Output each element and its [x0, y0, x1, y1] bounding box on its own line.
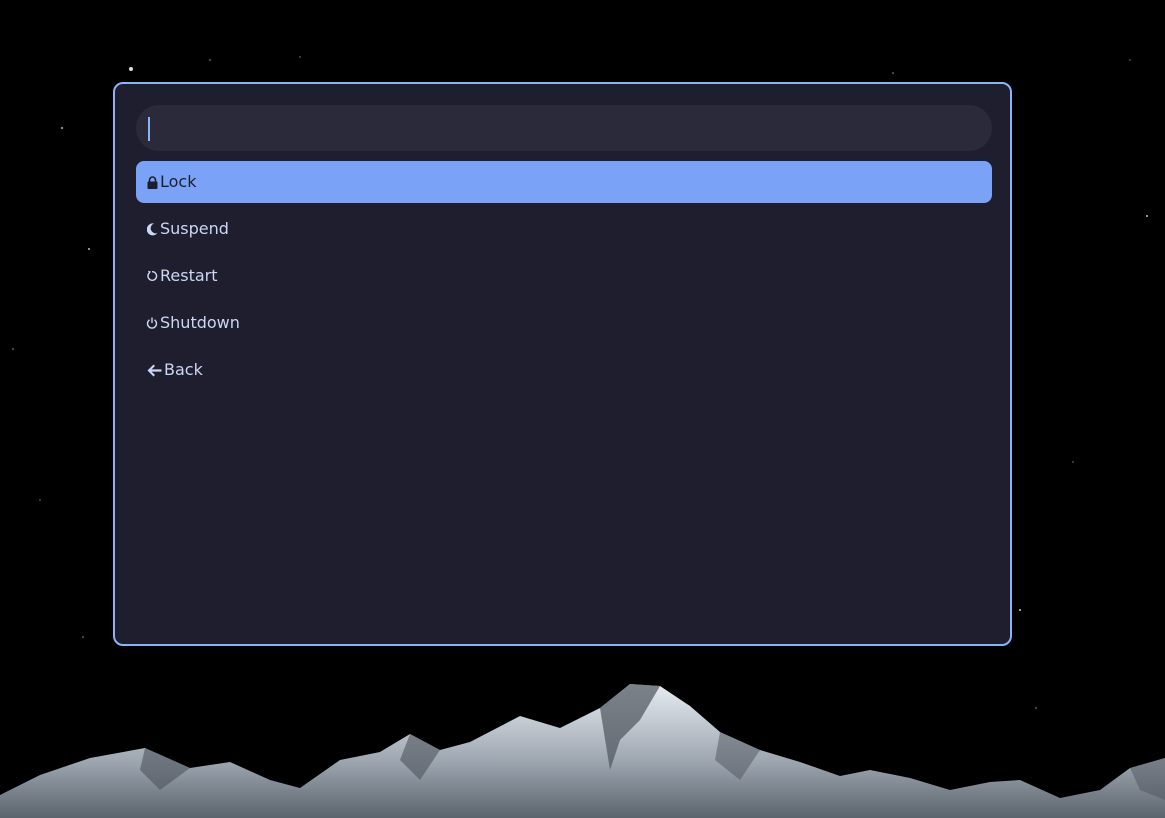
menu-item-lock[interactable]: Lock	[136, 161, 992, 203]
power-icon	[145, 315, 159, 331]
menu-item-label: Suspend	[160, 219, 229, 238]
mountain-wallpaper	[0, 684, 1165, 818]
menu-item-label: Restart	[160, 266, 218, 285]
search-input[interactable]	[152, 105, 976, 153]
menu-list: Lock Suspend Restart Shutdown Back	[136, 161, 992, 396]
menu-item-suspend[interactable]: Suspend	[136, 208, 992, 250]
menu-item-label: Shutdown	[160, 313, 240, 332]
menu-item-back[interactable]: Back	[136, 349, 992, 391]
desktop: Lock Suspend Restart Shutdown Back	[0, 0, 1165, 818]
power-menu-launcher: Lock Suspend Restart Shutdown Back	[113, 82, 1012, 646]
menu-item-restart[interactable]: Restart	[136, 255, 992, 297]
lock-icon	[145, 174, 159, 190]
restart-icon	[145, 268, 159, 284]
text-caret	[148, 117, 150, 141]
moon-icon	[145, 221, 159, 237]
menu-item-label: Back	[164, 360, 203, 379]
arrow-left-icon	[145, 362, 163, 378]
search-bar[interactable]	[136, 105, 992, 153]
menu-item-label: Lock	[160, 172, 197, 191]
menu-item-shutdown[interactable]: Shutdown	[136, 302, 992, 344]
